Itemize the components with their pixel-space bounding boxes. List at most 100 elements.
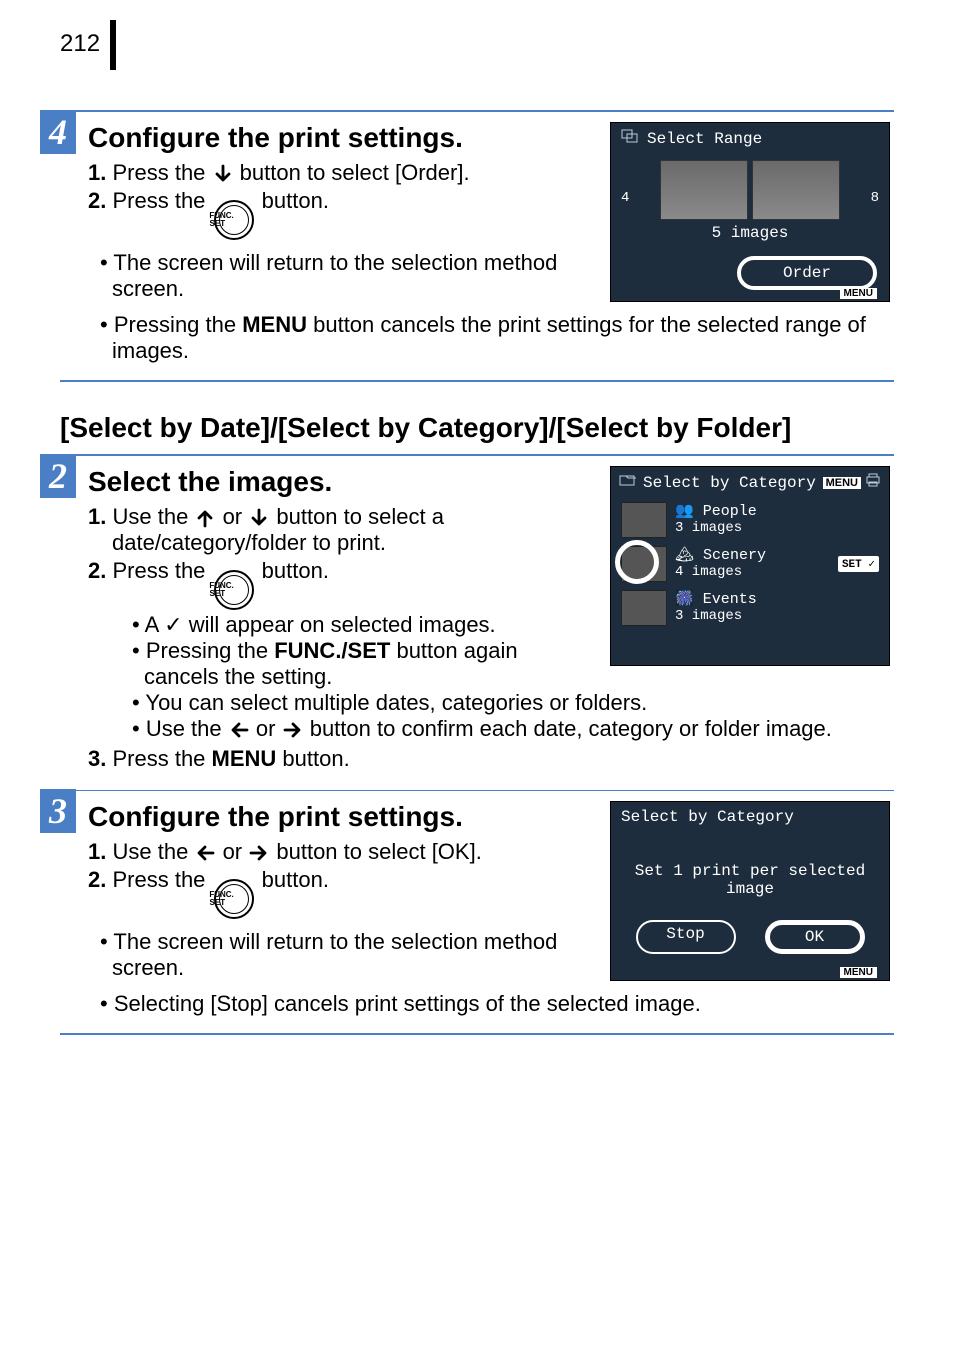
step-4-line-1: 1. Press the button to select [Order].: [88, 160, 594, 186]
text: or: [256, 716, 276, 741]
func-set-icon: FUNC.SET: [214, 200, 254, 240]
camera-screen-select-by-category: Select by Category MENU 👥 People: [610, 466, 890, 666]
camera-title: Select by Category: [621, 808, 794, 826]
text: button to confirm each date, category or…: [310, 716, 832, 741]
ok-button[interactable]: OK: [765, 920, 865, 954]
text: or: [223, 504, 243, 529]
step-2-line-1: 1. Use the or button to select a date/ca…: [88, 504, 594, 556]
arrow-down-icon: [212, 163, 234, 185]
order-button-label: Order: [783, 264, 831, 282]
category-name: Scenery: [703, 547, 766, 564]
step-2: 2 Select the images. 1. Use the or: [60, 454, 894, 790]
num-label: 2.: [88, 188, 106, 213]
num-label: 3.: [88, 746, 106, 771]
category-row-scenery[interactable]: 🏔 Scenery 4 images SET ✓: [611, 542, 889, 586]
arrow-right-icon: [282, 719, 304, 741]
step-2-number: 2: [40, 454, 76, 498]
category-icon: [619, 473, 637, 492]
step-4-title: Configure the print settings.: [88, 122, 594, 154]
category-count: 4 images: [675, 565, 830, 580]
step-3-line-2: 2. Press the FUNC.SET button.: [88, 867, 594, 919]
num-label: 1.: [88, 504, 106, 529]
text: or: [223, 839, 243, 864]
select-range-icon: [621, 129, 639, 148]
category-name: Events: [703, 591, 757, 608]
ok-button-label: OK: [805, 928, 824, 946]
category-count: 3 images: [675, 609, 879, 624]
text: button to select [OK].: [276, 839, 481, 864]
text: button.: [262, 558, 329, 583]
text: button to select [Order].: [240, 160, 470, 185]
step-4-note-2: • Pressing the MENU button cancels the p…: [94, 312, 890, 364]
order-button[interactable]: Order: [737, 256, 877, 290]
step-3-note-1: • The screen will return to the selectio…: [94, 929, 594, 981]
print-icon: [865, 473, 881, 492]
camera-screen-select-range: Select Range 4 8 5 images Order MEN: [610, 122, 890, 302]
text: Press the: [112, 867, 205, 892]
step-2-sub-1: • A ✓ will appear on selected images.: [130, 612, 594, 638]
section-title: [Select by Date]/[Select by Category]/[S…: [60, 412, 894, 444]
step-4-line-2: 2. Press the FUNC.SET button.: [88, 188, 594, 240]
text: button.: [276, 746, 349, 771]
num-label: 2.: [88, 867, 106, 892]
category-row-people[interactable]: 👥 People 3 images: [611, 498, 889, 542]
arrow-down-icon: [248, 507, 270, 529]
text: button.: [262, 867, 329, 892]
step-3-note-2: • Selecting [Stop] cancels print setting…: [94, 991, 890, 1017]
text: Press the: [112, 160, 205, 185]
range-start-index: 4: [621, 190, 629, 206]
bold-text: FUNC./SET: [274, 638, 390, 663]
text: Use the: [112, 839, 188, 864]
set-label: SET: [842, 559, 862, 571]
camera-title: Select by Category: [643, 474, 816, 492]
thumbnail: [621, 590, 667, 626]
people-icon: 👥: [675, 503, 703, 520]
step-2-sub-3: • You can select multiple dates, categor…: [130, 690, 890, 716]
step-2-line-3: 3. Press the MENU button.: [88, 746, 890, 772]
step-4-number: 4: [40, 110, 76, 154]
text: • Use the: [132, 716, 222, 741]
step-4-note-1: • The screen will return to the selectio…: [94, 250, 594, 302]
category-name: People: [703, 503, 757, 520]
bold-text: MENU: [212, 746, 277, 771]
arrow-left-icon: [194, 842, 216, 864]
category-row-events[interactable]: 🎆 Events 3 images: [611, 586, 889, 630]
text: Use the: [112, 504, 188, 529]
confirm-message: Set 1 print per selected image: [621, 862, 879, 898]
camera-screen-confirm: Select by Category Set 1 print per selec…: [610, 801, 890, 981]
page-number: 212: [60, 30, 110, 58]
highlight-circle-icon: [615, 540, 659, 584]
step-2-title: Select the images.: [88, 466, 594, 498]
events-icon: 🎆: [675, 591, 703, 608]
stop-button[interactable]: Stop: [636, 920, 736, 954]
thumbnail: [660, 160, 748, 220]
step-3: 3 Configure the print settings. 1. Use t…: [60, 790, 894, 1035]
num-label: 1.: [88, 839, 106, 864]
thumbnail: [752, 160, 840, 220]
step-2-line-2: 2. Press the FUNC.SET button.: [88, 558, 594, 610]
arrow-left-icon: [228, 719, 250, 741]
step-2-sub-4: • Use the or button to confirm each date…: [130, 716, 890, 742]
page-number-block: 212: [60, 30, 894, 70]
text: Press the: [112, 746, 211, 771]
arrow-right-icon: [248, 842, 270, 864]
num-label: 2.: [88, 558, 106, 583]
page-number-bar: [110, 20, 116, 70]
range-end-index: 8: [871, 190, 879, 206]
menu-indicator: MENU: [840, 967, 877, 978]
func-set-icon: FUNC.SET: [214, 570, 254, 610]
func-set-icon: FUNC.SET: [214, 879, 254, 919]
num-label: 1.: [88, 160, 106, 185]
text: • Pressing the: [100, 312, 242, 337]
text: • Pressing the: [132, 638, 274, 663]
stop-button-label: Stop: [666, 925, 704, 943]
menu-indicator: MENU: [840, 288, 877, 299]
text: Press the: [112, 558, 205, 583]
scenery-icon: 🏔: [675, 547, 703, 564]
step-2-sub-2: • Pressing the FUNC./SET button again ca…: [130, 638, 594, 690]
step-3-number: 3: [40, 789, 76, 833]
text: Press the: [112, 188, 205, 213]
image-count: 5 images: [611, 222, 889, 250]
category-count: 3 images: [675, 521, 879, 536]
camera-title: Select Range: [647, 130, 762, 148]
